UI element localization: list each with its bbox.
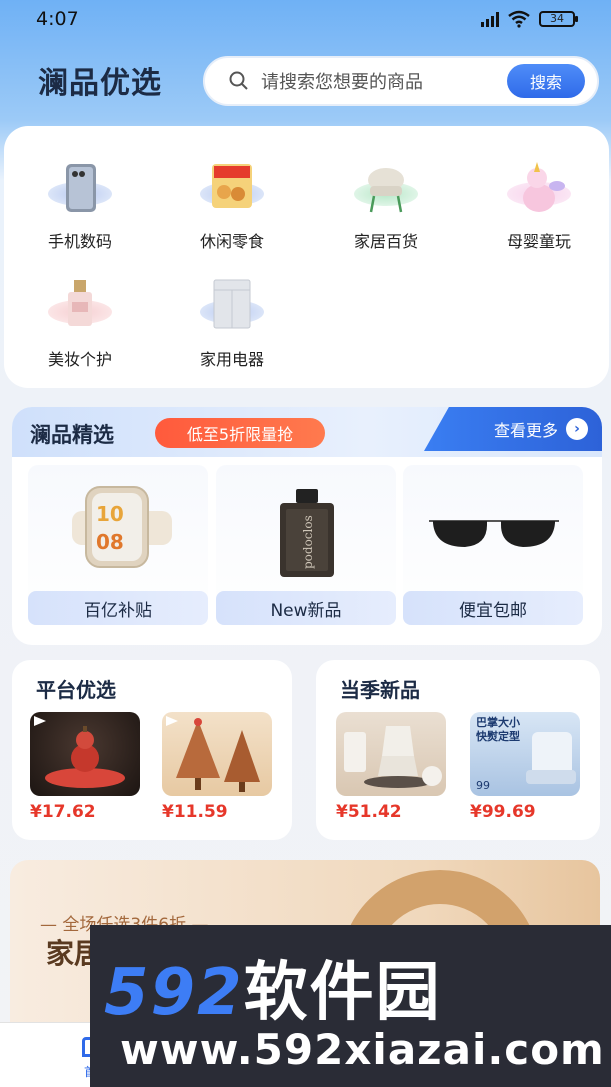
gourd-ornament-image <box>30 712 140 796</box>
featured-item-new[interactable]: podoclos New新品 <box>216 465 396 625</box>
chevron-right-icon: › <box>566 418 588 440</box>
wifi-icon <box>508 10 530 28</box>
category-appliances[interactable]: 家用电器 <box>172 278 292 370</box>
platform-pick-card[interactable]: 平台优选 ¥17.62 ¥11.59 <box>12 660 292 840</box>
status-indicators: 34 <box>481 10 578 28</box>
product-card[interactable]: 巴掌大小 快熨定型 99 ¥99.69 <box>470 712 580 822</box>
box-title: 巴掌大小 快熨定型 <box>476 716 520 743</box>
wooden-trees-image <box>162 712 272 796</box>
product-box-image: 巴掌大小 快熨定型 99 <box>470 712 580 796</box>
search-bar[interactable]: 请搜索您想要的商品 搜索 <box>203 56 599 106</box>
featured-item-free-shipping[interactable]: 便宜包邮 <box>403 465 583 625</box>
cologne-bottle-icon: podoclos <box>280 489 334 577</box>
svg-text:podoclos: podoclos <box>301 515 315 569</box>
category-label: 美妆个护 <box>47 350 112 369</box>
product-price: ¥11.59 <box>162 802 228 822</box>
search-input[interactable]: 请搜索您想要的商品 <box>261 68 507 94</box>
product-card[interactable]: ¥17.62 <box>30 712 140 822</box>
product-price: ¥99.69 <box>470 802 536 822</box>
featured-section: 澜品精选 低至5折限量抢 查看更多 › 10 08 百亿补贴 podoclos … <box>12 407 602 645</box>
featured-item-label: 便宜包邮 <box>403 591 583 625</box>
view-more-label: 查看更多 <box>493 421 558 440</box>
chair-icon <box>346 160 426 220</box>
view-more-button[interactable]: 查看更多 › <box>424 407 602 451</box>
category-label: 家居百货 <box>353 232 418 251</box>
category-grid: 手机数码 休闲零食 家居百货 母婴童玩 美妆个护 家用电器 <box>4 126 609 388</box>
svg-text:10: 10 <box>96 502 124 526</box>
app-title: 澜品优选 <box>38 66 162 101</box>
watermark: 592软件园 www.592xiazai.com <box>90 925 611 1087</box>
smartwatch-icon: 10 08 <box>72 486 172 568</box>
status-time: 4:07 <box>36 8 79 30</box>
category-label: 手机数码 <box>47 232 112 251</box>
search-button[interactable]: 搜索 <box>507 64 585 98</box>
featured-title: 澜品精选 <box>30 423 114 447</box>
watermark-url: www.592xiazai.com <box>120 1025 605 1074</box>
appliance-icon <box>192 278 272 338</box>
product-price: ¥51.42 <box>336 802 402 822</box>
featured-header: 澜品精选 低至5折限量抢 查看更多 › <box>12 407 602 457</box>
watermark-brand: 592软件园 <box>104 956 442 1030</box>
product-price: ¥17.62 <box>30 802 96 822</box>
search-icon <box>229 71 248 90</box>
sunglasses-icon <box>429 520 559 547</box>
promo-badge[interactable]: 低至5折限量抢 <box>155 418 325 448</box>
category-phone-digital[interactable]: 手机数码 <box>20 160 140 252</box>
category-label: 母婴童玩 <box>506 232 571 251</box>
box-price: 99 <box>476 779 490 792</box>
product-card[interactable]: ¥51.42 <box>336 712 446 822</box>
platform-pick-title: 平台优选 <box>36 678 116 702</box>
phone-icon <box>40 160 120 220</box>
battery-icon: 34 <box>539 11 578 27</box>
snack-icon <box>192 160 272 220</box>
category-beauty-care[interactable]: 美妆个护 <box>20 278 140 370</box>
featured-item-label: New新品 <box>216 591 396 625</box>
featured-item-subsidy[interactable]: 10 08 百亿补贴 <box>28 465 208 625</box>
category-label: 家用电器 <box>199 350 264 369</box>
unicorn-toy-icon <box>499 160 579 220</box>
category-home-goods[interactable]: 家居百货 <box>326 160 446 252</box>
svg-text:08: 08 <box>96 530 124 554</box>
category-label: 休闲零食 <box>199 232 264 251</box>
product-card[interactable]: ¥11.59 <box>162 712 272 822</box>
featured-item-label: 百亿补贴 <box>28 591 208 625</box>
moka-pot-image <box>336 712 446 796</box>
signal-icon <box>481 11 499 27</box>
category-snacks[interactable]: 休闲零食 <box>172 160 292 252</box>
perfume-icon <box>40 278 120 338</box>
seasonal-new-title: 当季新品 <box>340 678 420 702</box>
category-baby-toys[interactable]: 母婴童玩 <box>479 160 599 252</box>
seasonal-new-card[interactable]: 当季新品 ¥51.42 巴掌大小 快熨定型 99 ¥99.69 <box>316 660 600 840</box>
